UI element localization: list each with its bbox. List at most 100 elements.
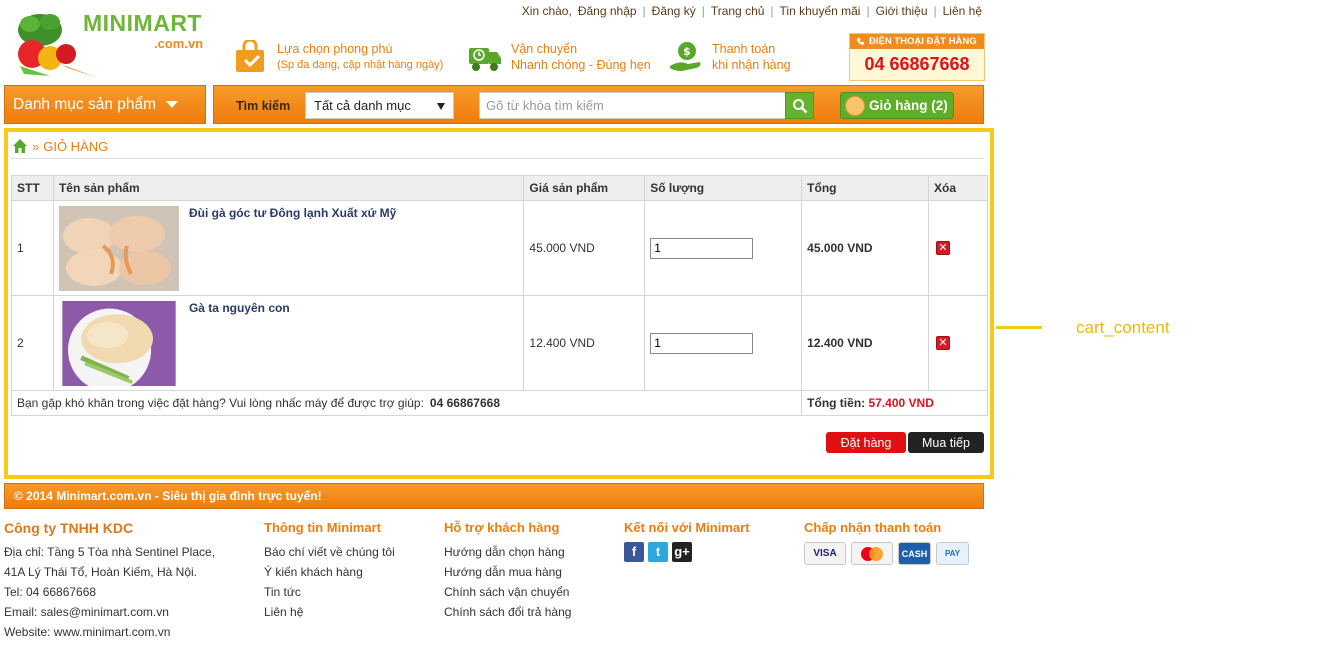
footer-heading: Hỗ trợ khách hàng (444, 520, 560, 535)
logo-text: MINIMART (83, 10, 202, 36)
visa-icon: VISA (804, 542, 846, 565)
cart-table: STT Tên sản phẩm Giá sản phẩm Số lượng T… (10, 175, 988, 416)
divider: | (933, 4, 937, 18)
facebook-icon[interactable]: f (624, 542, 644, 562)
annotation-label: cart_content (1076, 318, 1170, 337)
about-link[interactable]: Giới thiệu (876, 4, 928, 18)
category-select[interactable]: Tất cả danh mục (305, 92, 454, 119)
dropdown-arrow-icon (437, 103, 445, 110)
feature-subtitle: Nhanh chóng - Đúng hẹn (511, 58, 651, 72)
search-label: Tìm kiếm (236, 99, 291, 113)
footer-connect: Kết nối với Minimart f t g+ (624, 520, 750, 562)
row-index: 2 (11, 295, 54, 391)
divider (11, 158, 984, 159)
table-row: 2 Gà ta nguyên con 12.400 VND 1 12.400 V… (11, 295, 988, 391)
column-header: Tên sản phẩm (52, 175, 525, 201)
footer-link[interactable]: Báo chí viết về chúng tôi (264, 542, 395, 562)
cart-content: » GIỎ HÀNG STT Tên sản phẩm Giá sản phẩm… (4, 128, 994, 479)
feature-title: Thanh toán (712, 42, 776, 56)
search-input[interactable] (479, 92, 786, 119)
search-button[interactable] (785, 92, 814, 119)
grand-total-cell: Tổng tiền: 57.400 VND (801, 390, 988, 416)
footer-link[interactable]: Chính sách vận chuyển (444, 582, 571, 602)
quantity-input[interactable] (650, 332, 754, 354)
column-header: STT (11, 175, 54, 201)
continue-shopping-button[interactable]: Mua tiếp (908, 432, 984, 453)
help-text: Bạn gặp khó khăn trong việc đặt hàng? Vu… (17, 396, 424, 410)
footer-link[interactable]: Tin tức (264, 582, 395, 602)
home-icon[interactable] (12, 138, 28, 154)
table-row: 1 Đùi gà góc tư Đông lạnh Xuất xứ Mỹ 45.… (11, 200, 988, 296)
product-name-link[interactable]: Gà ta nguyên con (189, 301, 290, 315)
promotions-link[interactable]: Tin khuyến mãi (780, 4, 861, 18)
feature-variety: Lựa chọn phong phú (Sp đa dạng, cập nhật… (233, 40, 443, 74)
grand-total-label: Tổng tiền: (807, 396, 866, 410)
product-name-link[interactable]: Đùi gà góc tư Đông lạnh Xuất xứ Mỹ (189, 206, 396, 220)
place-order-button[interactable]: Đặt hàng (826, 432, 906, 453)
company-address: 41A Lý Thái Tổ, Hoàn Kiếm, Hà Nội. (4, 565, 197, 579)
cart-button-label: Giỏ hàng (2) (869, 98, 948, 113)
row-index: 1 (11, 200, 54, 296)
cart-button[interactable]: Giỏ hàng (2) (840, 92, 954, 119)
feature-shipping: Vận chuyển Nhanh chóng - Đúng hẹn (467, 40, 651, 74)
category-select-value: Tất cả danh mục (314, 98, 411, 113)
help-phone-number: 04 66867668 (429, 396, 500, 410)
footer-link[interactable]: Chính sách đổi trả hàng (444, 602, 571, 622)
breadcrumb-current: GIỎ HÀNG (43, 138, 109, 154)
home-link[interactable]: Trang chủ (711, 4, 765, 18)
company-address: Địa chỉ: Tầng 5 Tòa nhà Sentinel Place, (4, 545, 216, 559)
onepay-icon: PAY (936, 542, 969, 565)
footer-company: Công ty TNHH KDC Địa chỉ: Tầng 5 Tòa nhà… (4, 520, 215, 642)
cart-summary-row: Bạn gặp khó khăn trong việc đặt hàng? Vu… (10, 390, 988, 416)
row-total: 12.400 VND (801, 295, 929, 391)
register-link[interactable]: Đăng ký (652, 4, 696, 18)
twitter-icon[interactable]: t (648, 542, 668, 562)
delete-cell: ✕ (928, 295, 988, 391)
quantity-cell (644, 295, 803, 391)
breadcrumb-separator: » (32, 138, 40, 154)
footer-heading: Kết nối với Minimart (624, 520, 750, 535)
footer-payment: Chấp nhận thanh toán VISA CASH PAY (804, 520, 969, 565)
product-image[interactable] (59, 300, 179, 386)
cart-icon (845, 95, 865, 116)
footer-link[interactable]: Liên hệ (264, 602, 395, 622)
product-image[interactable] (58, 205, 179, 291)
hotline-box: ĐIỆN THOẠI ĐẶT HÀNG 04 66867668 (849, 33, 985, 81)
divider: | (770, 4, 774, 18)
google-plus-icon[interactable]: g+ (672, 542, 692, 562)
footer-link[interactable]: Ý kiến khách hàng (264, 562, 395, 582)
footer-link[interactable]: Hướng dẫn chọn hàng (444, 542, 571, 562)
svg-text:$: $ (683, 45, 691, 58)
product-cell: Gà ta nguyên con (52, 295, 525, 391)
feature-subtitle: (Sp đa dạng, cập nhật hàng ngày) (277, 59, 444, 71)
login-link[interactable]: Đăng nhập (578, 4, 637, 18)
footer-info: Thông tin Minimart Báo chí viết về chúng… (264, 520, 395, 622)
quantity-cell (644, 200, 803, 296)
delivery-truck-icon (469, 48, 501, 71)
contact-link[interactable]: Liên hệ (943, 4, 982, 18)
company-email: Email: sales@minimart.com.vn (4, 605, 169, 619)
category-menu-label: Danh mục sản phẩm (13, 95, 157, 113)
delete-icon[interactable]: ✕ (936, 241, 950, 255)
column-header: Giá sản phẩm (523, 175, 646, 201)
footer-link[interactable]: Hướng dẫn mua hàng (444, 562, 571, 582)
divider: | (866, 4, 870, 18)
footer-heading: Công ty TNHH KDC (4, 520, 134, 536)
column-header: Số lượng (644, 175, 803, 201)
mastercard-icon (851, 542, 893, 565)
footer-support: Hỗ trợ khách hàng Hướng dẫn chọn hàng Hư… (444, 520, 571, 622)
row-total: 45.000 VND (801, 200, 929, 296)
hotline-title: ĐIỆN THOẠI ĐẶT HÀNG (869, 36, 977, 47)
category-menu-button[interactable]: Danh mục sản phẩm (4, 85, 206, 124)
table-header-row: STT Tên sản phẩm Giá sản phẩm Số lượng T… (11, 175, 988, 201)
delete-cell: ✕ (928, 200, 988, 296)
column-header: Xóa (928, 175, 988, 201)
logo[interactable]: MINIMART .com.vn (8, 4, 218, 80)
delete-icon[interactable]: ✕ (936, 336, 950, 350)
company-phone: Tel: 04 66867668 (4, 585, 97, 599)
hotline-number[interactable]: 04 66867668 (850, 54, 984, 75)
quantity-input[interactable] (650, 237, 754, 259)
column-header: Tổng (801, 175, 929, 201)
company-website: Website: www.minimart.com.vn (4, 625, 171, 639)
search-bar: Tìm kiếm Tất cả danh mục Giỏ hàng (2) (213, 85, 984, 124)
